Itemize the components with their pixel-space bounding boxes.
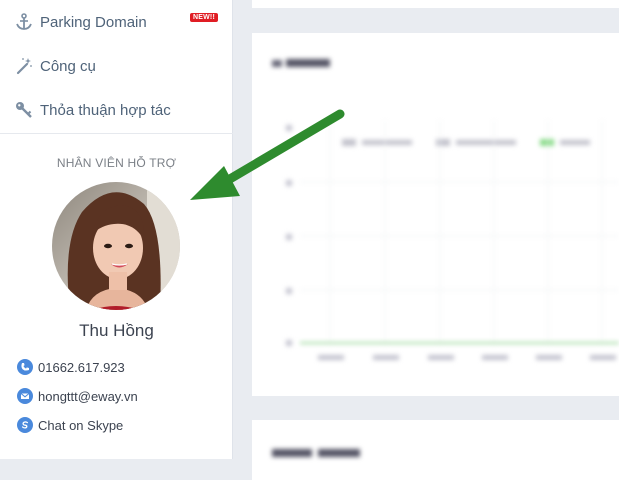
sidebar-item-label: Công cụ — [40, 57, 96, 75]
key-icon — [15, 101, 33, 119]
divider — [0, 133, 233, 134]
mail-icon — [17, 388, 33, 404]
contact-phone[interactable]: 01662.617.923 — [17, 357, 125, 377]
sidebar-item-label: Parking Domain — [40, 13, 147, 31]
skype-icon — [17, 417, 33, 433]
top-card — [252, 0, 619, 8]
phone-icon — [17, 359, 33, 375]
sidebar-item-parking-domain[interactable]: Parking Domain NEW!! — [0, 0, 233, 44]
sidebar-item-cong-cu[interactable]: Công cụ — [0, 44, 233, 88]
support-name: Thu Hồng — [79, 321, 154, 340]
magic-wand-icon — [15, 57, 33, 75]
contact-skype-text: Chat on Skype — [38, 417, 124, 433]
sidebar-item-thoa-thuan[interactable]: Thỏa thuận hợp tác — [0, 88, 233, 132]
new-badge: NEW!! — [190, 13, 218, 22]
contact-skype[interactable]: Chat on Skype — [17, 415, 123, 435]
support-title: NHÂN VIÊN HỖ TRỢ — [56, 156, 177, 170]
contact-email[interactable]: hongttt@eway.vn — [17, 386, 138, 406]
offer-card-title-blurred — [272, 447, 367, 462]
anchor-icon — [15, 13, 33, 31]
contact-email-text: hongttt@eway.vn — [38, 388, 138, 404]
contact-phone-text: 01662.617.923 — [38, 359, 125, 375]
revenue-card — [252, 33, 619, 396]
sidebar: Parking Domain NEW!! Công cụ Thỏa thuận … — [0, 0, 233, 459]
avatar — [52, 182, 180, 310]
sidebar-item-label: Thỏa thuận hợp tác — [40, 101, 171, 119]
